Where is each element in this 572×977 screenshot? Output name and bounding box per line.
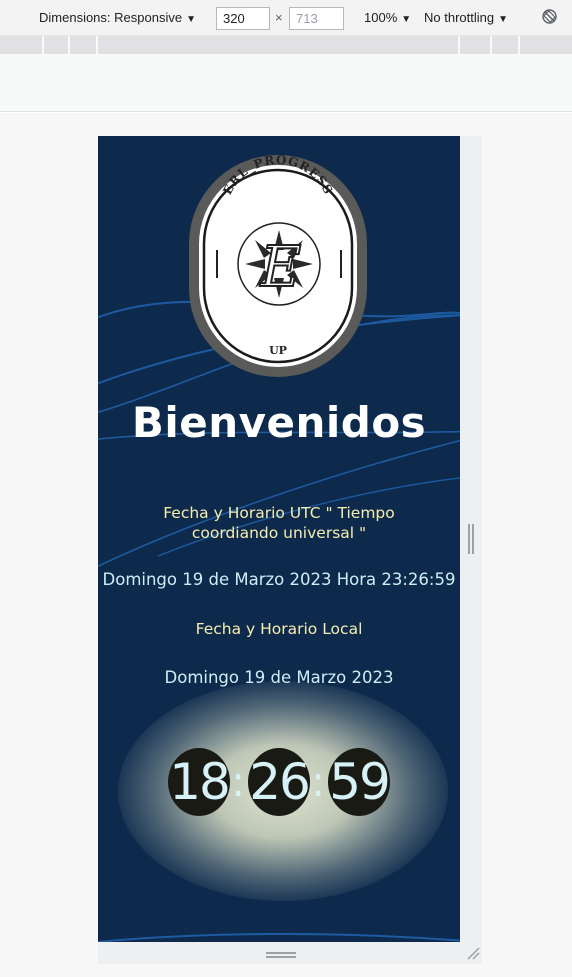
- caret-down-icon: ▼: [498, 14, 508, 25]
- utc-heading: Fecha y Horario UTC " Tiempo coordiando …: [98, 503, 460, 543]
- ruler-segment[interactable]: [518, 36, 520, 54]
- resize-handle-bottom[interactable]: [266, 952, 296, 958]
- page-title: Bienvenidos: [131, 398, 427, 447]
- dimensions-dropdown[interactable]: Dimensions: Responsive ▼: [39, 10, 196, 25]
- utc-datetime: Domingo 19 de Marzo 2023 Hora 23:26:59: [102, 570, 456, 589]
- width-input[interactable]: 320: [216, 7, 270, 30]
- clock-hours: 18: [168, 748, 231, 816]
- media-query-bar[interactable]: [0, 36, 572, 54]
- ruler-segment[interactable]: [458, 36, 460, 54]
- logo-bottom-text: UP: [269, 344, 287, 357]
- dimensions-label: Dimensions: Responsive: [39, 10, 183, 25]
- ruler-segment[interactable]: [68, 36, 70, 54]
- rotate-icon[interactable]: [541, 8, 558, 28]
- resize-corner-icon[interactable]: [466, 946, 480, 960]
- ruler-segment[interactable]: [96, 36, 98, 54]
- utc-heading-line: Fecha y Horario UTC " Tiempo: [163, 504, 395, 522]
- utc-heading-line: coordiando universal ": [191, 524, 367, 542]
- ruler-segment[interactable]: [490, 36, 492, 54]
- clock-minutes: 26: [248, 748, 311, 816]
- ruler-segment[interactable]: [42, 36, 44, 54]
- logo-letter: E: [260, 235, 302, 300]
- brand-logo: E ERL_PROGRESS UP: [189, 154, 367, 377]
- resize-handle-right[interactable]: [468, 524, 474, 554]
- ruler-band: [0, 54, 572, 112]
- caret-down-icon: ▼: [401, 14, 412, 25]
- device-viewport: E ERL_PROGRESS UP Bienvenidos Fecha y Ho…: [98, 136, 460, 942]
- throttling-dropdown[interactable]: No throttling ▼: [424, 10, 508, 25]
- clock-separator: :: [231, 757, 246, 806]
- local-heading: Fecha y Horario Local: [195, 620, 363, 638]
- height-input[interactable]: 713: [289, 7, 344, 30]
- clock-seconds: 59: [328, 748, 391, 816]
- throttling-label: No throttling: [424, 10, 495, 25]
- clock-separator: :: [311, 757, 326, 806]
- zoom-label: 100%: [364, 10, 398, 25]
- device-toolbar: Dimensions: Responsive ▼ 320 × 713 100% ▼ …: [0, 0, 572, 36]
- times-symbol: ×: [275, 10, 283, 25]
- caret-down-icon: ▼: [186, 14, 196, 25]
- digital-clock: 18 : 26 : 59: [98, 748, 460, 818]
- zoom-dropdown[interactable]: 100% ▼: [364, 10, 411, 25]
